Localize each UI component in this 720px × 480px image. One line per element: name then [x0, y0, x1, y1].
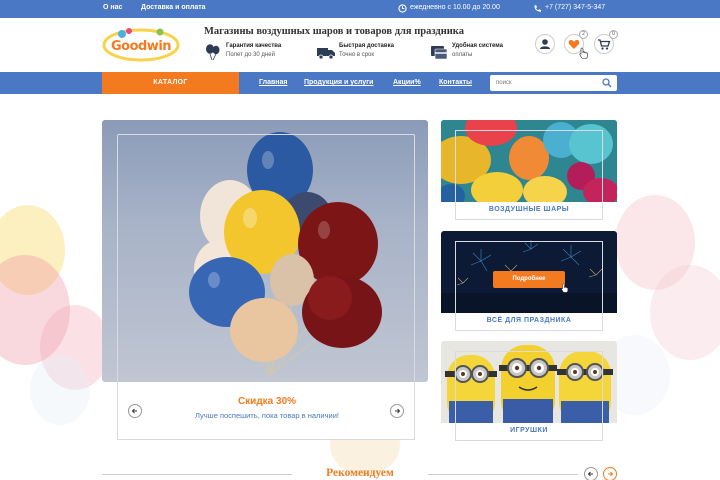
- category-card-toys[interactable]: ИГРУШКИ: [441, 341, 617, 441]
- wishlist-count: 2: [579, 30, 588, 39]
- arrow-left-icon: [587, 471, 593, 477]
- wishlist-button[interactable]: 2: [564, 30, 588, 59]
- arrow-right-icon: [608, 471, 614, 477]
- main-nav: КАТАЛОГ Главная Продукция и услуги Акции…: [0, 72, 720, 94]
- slide-title: Скидка 30%: [237, 396, 297, 407]
- section-divider: [428, 474, 578, 475]
- site-tagline: Магазины воздушных шаров и товаров для п…: [204, 26, 464, 37]
- phone-link[interactable]: +7 (727) 347-5-347: [545, 4, 605, 11]
- category-card-balloons[interactable]: ВОЗДУШНЫЕ ШАРЫ: [441, 120, 617, 220]
- category-label[interactable]: ВОЗДУШНЫЕ ШАРЫ: [455, 202, 603, 220]
- cart-count: 0: [609, 30, 618, 39]
- category-label[interactable]: ИГРУШКИ: [455, 423, 603, 441]
- nav-products[interactable]: Продукция и услуги: [304, 79, 373, 86]
- category-label[interactable]: ВСЁ ДЛЯ ПРАЗДНИКА: [455, 313, 603, 331]
- phone-icon: [534, 5, 541, 12]
- cart-button[interactable]: 0: [594, 30, 618, 54]
- search-box: [490, 75, 617, 91]
- nav-contacts[interactable]: Контакты: [439, 79, 472, 86]
- hand-cursor-icon: [561, 283, 569, 293]
- slider-next-button[interactable]: [390, 404, 404, 418]
- category-image: Подробнее: [441, 231, 617, 313]
- slide-subtitle: Лучше поспешить, пока товар в наличии!: [195, 411, 339, 420]
- truck-icon: [317, 48, 335, 60]
- account-button[interactable]: [535, 34, 555, 54]
- recommend-prev-button[interactable]: [584, 467, 598, 480]
- catalog-button[interactable]: КАТАЛОГ: [102, 72, 239, 94]
- hand-cursor-icon: [579, 47, 588, 59]
- clock-icon: [398, 4, 407, 13]
- section-divider: [102, 474, 292, 475]
- top-bar: О нас Доставка и оплата ежедневно с 10.0…: [0, 0, 720, 18]
- balloon-icon: [206, 44, 220, 60]
- payment-icon: [431, 46, 448, 60]
- feature-subtitle: Полет до 30 дней: [226, 52, 275, 58]
- working-hours: ежедневно с 10.00 до 20.00: [410, 4, 500, 11]
- recommend-title: Рекомендуем: [326, 467, 394, 479]
- delivery-link[interactable]: Доставка и оплата: [141, 4, 206, 11]
- category-card-party[interactable]: Подробнее ВСЁ ДЛЯ ПРАЗДНИКА: [441, 231, 617, 331]
- slide-caption: Скидка 30% Лучше поспешить, пока товар в…: [117, 382, 415, 440]
- nav-promotions[interactable]: Акции%: [393, 79, 421, 86]
- feature-subtitle: Точно в срок: [339, 52, 374, 58]
- arrow-left-icon: [131, 408, 137, 414]
- svg-text:Goodwin: Goodwin: [111, 39, 171, 54]
- slider-prev-button[interactable]: [128, 404, 142, 418]
- promo-slider: Скидка 30% Лучше поспешить, пока товар в…: [102, 120, 428, 442]
- arrow-right-icon: [395, 408, 401, 414]
- about-link[interactable]: О нас: [103, 4, 122, 11]
- category-image: [441, 341, 617, 423]
- user-icon: [540, 39, 550, 49]
- feature-title: Быстрая доставка: [339, 43, 394, 49]
- nav-home[interactable]: Главная: [259, 79, 287, 86]
- feature-title: Удобная система: [452, 43, 503, 49]
- goodwin-logo[interactable]: Goodwin: [102, 26, 180, 62]
- feature-subtitle: оплаты: [452, 52, 473, 58]
- header: Goodwin Магазины воздушных шаров и товар…: [0, 18, 720, 72]
- search-icon[interactable]: [602, 78, 612, 88]
- category-image: [441, 120, 617, 202]
- more-details-button[interactable]: Подробнее: [493, 271, 565, 288]
- recommend-next-button[interactable]: [603, 467, 617, 480]
- slide-image[interactable]: [102, 120, 428, 382]
- feature-title: Гарантия качества: [226, 43, 282, 49]
- search-input[interactable]: [496, 77, 596, 89]
